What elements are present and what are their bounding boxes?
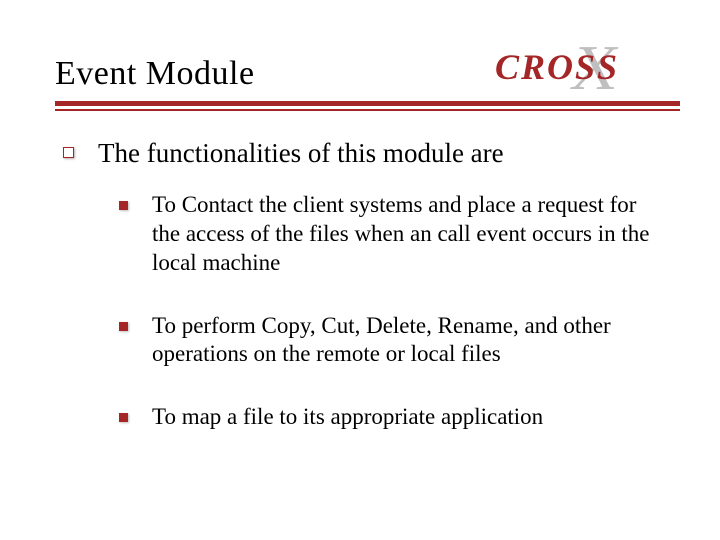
- main-bullet-item: The functionalities of this module are: [63, 137, 680, 169]
- cross-logo: X CROSS: [495, 37, 670, 100]
- main-bullet-text: The functionalities of this module are: [98, 137, 504, 169]
- sub-bullet-text: To perform Copy, Cut, Delete, Rename, an…: [152, 312, 680, 370]
- bullet-fill-icon: [119, 322, 128, 331]
- slide-body: The functionalities of this module are T…: [55, 137, 680, 432]
- svg-text:CROSS: CROSS: [495, 47, 619, 87]
- bullet-fill-icon: [119, 413, 128, 422]
- slide-header: Event Module X CROSS: [55, 55, 680, 93]
- bullet-fill-icon: [119, 201, 128, 210]
- list-item: To Contact the client systems and place …: [119, 191, 680, 277]
- sub-bullet-list: To Contact the client systems and place …: [63, 191, 680, 432]
- bullet-outline-icon: [63, 147, 74, 158]
- title-underline: [55, 101, 680, 111]
- list-item: To perform Copy, Cut, Delete, Rename, an…: [119, 312, 680, 370]
- sub-bullet-text: To Contact the client systems and place …: [152, 191, 680, 277]
- list-item: To map a file to its appropriate applica…: [119, 403, 680, 432]
- sub-bullet-text: To map a file to its appropriate applica…: [152, 403, 553, 432]
